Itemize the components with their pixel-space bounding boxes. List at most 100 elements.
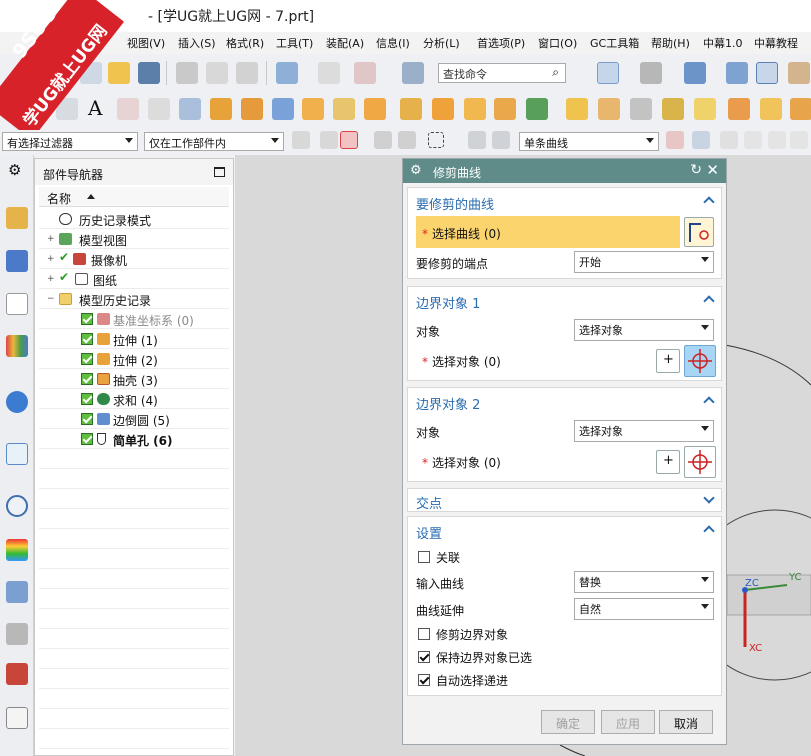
shaded-cube-icon[interactable] (726, 62, 748, 84)
unite-icon[interactable] (526, 98, 548, 120)
curve-extension-select[interactable]: 自然 (574, 598, 714, 620)
boundary-2-object-select[interactable]: 选择对象 (574, 420, 714, 442)
feature-checkbox[interactable] (81, 393, 93, 405)
split-body-icon[interactable] (598, 98, 620, 120)
apply-button[interactable]: 应用 (601, 710, 655, 734)
mirror-feature-icon[interactable] (494, 98, 516, 120)
replace-face-icon[interactable] (694, 98, 716, 120)
feature-checkbox[interactable] (81, 353, 93, 365)
hd3d-tools-icon[interactable] (6, 391, 28, 413)
menu-format[interactable]: 格式(R) (226, 35, 264, 51)
list-item-unite[interactable]: 求和 (4) (39, 389, 229, 409)
command-search-input[interactable]: 查找命令 ⌕ (438, 63, 566, 83)
chamfer-icon[interactable] (333, 98, 355, 120)
list-item-edge-blend[interactable]: 边倒圆 (5) (39, 409, 229, 429)
menu-zhongmu-tutorial[interactable]: 中幕教程 (754, 35, 798, 51)
settings-icon[interactable]: ⚙ (8, 161, 21, 179)
cancel-button[interactable]: 取消 (659, 710, 713, 734)
select-curve-row[interactable]: * 选择曲线 (0) (416, 216, 680, 248)
menu-gc-toolbox[interactable]: GC工具箱 (590, 35, 639, 51)
roles-icon[interactable] (6, 581, 28, 603)
feature-checkbox[interactable] (81, 433, 93, 445)
menu-information[interactable]: 信息(I) (376, 35, 410, 51)
feature-checkbox[interactable] (81, 333, 93, 345)
trim-boundary-checkbox[interactable] (418, 628, 430, 640)
dialog-title-bar[interactable]: ⚙ 修剪曲线 ↻ ✕ (403, 159, 726, 183)
feature-checkbox[interactable] (81, 413, 93, 425)
select-object-button[interactable] (684, 345, 716, 377)
menu-analysis[interactable]: 分析(L) (423, 35, 460, 51)
trim-body-icon[interactable] (566, 98, 588, 120)
select-object-button[interactable] (684, 446, 716, 478)
cut-icon[interactable] (176, 62, 198, 84)
chevron-up-icon[interactable] (703, 396, 715, 408)
fit-view-icon[interactable] (597, 62, 619, 84)
point-dialog-button[interactable]: + (656, 450, 680, 474)
snap-line-icon[interactable] (744, 131, 762, 149)
feature-checkbox[interactable] (81, 373, 93, 385)
select-curve-button[interactable] (684, 217, 714, 247)
list-item-datum-csys[interactable]: 基准坐标系 (0) (39, 309, 229, 329)
chevron-down-icon[interactable] (703, 492, 715, 504)
endpoint-select[interactable]: 开始 (574, 251, 714, 273)
boundary-1-object-select[interactable]: 选择对象 (574, 319, 714, 341)
edge-blend-icon[interactable] (302, 98, 324, 120)
expand-icon[interactable]: + (47, 255, 55, 264)
snap-point-icon[interactable] (320, 131, 338, 149)
menu-window[interactable]: 窗口(O) (538, 35, 577, 51)
select-all-icon[interactable] (468, 131, 486, 149)
follow-fillet-icon[interactable] (692, 131, 710, 149)
assembly-navigator-icon[interactable] (6, 207, 28, 229)
list-item-shell[interactable]: 抽壳 (3) (39, 369, 229, 389)
menu-help[interactable]: 帮助(H) (651, 35, 690, 51)
reset-icon[interactable]: ↻ (690, 162, 702, 178)
revolve-icon[interactable] (241, 98, 263, 120)
collapse-icon[interactable]: − (47, 295, 55, 304)
snap-line-icon[interactable] (768, 131, 786, 149)
chevron-up-icon[interactable] (703, 525, 715, 537)
palette-icon[interactable] (6, 663, 28, 685)
hole-icon[interactable] (272, 98, 294, 120)
view-orientation-icon[interactable] (684, 62, 706, 84)
resize-face-icon[interactable] (790, 98, 811, 120)
offset-face-icon[interactable] (400, 98, 422, 120)
curve-rule-select[interactable]: 单条曲线 (519, 132, 659, 151)
system-scenes-icon[interactable] (6, 623, 28, 645)
menu-assembly[interactable]: 装配(A) (326, 35, 364, 51)
keep-boundary-selected-checkbox[interactable] (418, 651, 430, 663)
snap-arc-icon[interactable] (790, 131, 808, 149)
select-feature-icon[interactable] (340, 131, 358, 149)
expand-icon[interactable]: + (47, 275, 55, 284)
extrude-icon[interactable] (210, 98, 232, 120)
section-view-icon[interactable] (788, 62, 810, 84)
auto-progress-checkbox[interactable] (418, 674, 430, 686)
menu-tools[interactable]: 工具(T) (276, 35, 313, 51)
chevron-up-icon[interactable] (703, 295, 715, 307)
section-header-intersection[interactable]: 交点 (416, 493, 442, 512)
blank-slot-icon[interactable] (6, 707, 28, 729)
rectangle-select-icon[interactable] (428, 132, 444, 148)
spline-icon[interactable] (148, 98, 170, 120)
list-item-extrude-2[interactable]: 拉伸 (2) (39, 349, 229, 369)
reuse-library-icon[interactable] (6, 335, 28, 357)
section-header-boundary-1[interactable]: 边界对象 1 (416, 293, 480, 312)
constraint-navigator-icon[interactable] (6, 250, 28, 272)
section-header-boundary-2[interactable]: 边界对象 2 (416, 394, 480, 413)
wireframe-cube-icon[interactable] (756, 62, 778, 84)
process-studio-icon[interactable] (6, 539, 28, 561)
part-navigator-icon[interactable] (6, 293, 28, 315)
general-selection-icon[interactable] (292, 131, 310, 149)
list-item-model-views[interactable]: + 模型视图 (39, 229, 229, 249)
list-item-simple-hole[interactable]: 简单孔 (6) (39, 429, 229, 449)
draft-icon[interactable] (630, 98, 652, 120)
type-filter-select[interactable]: 有选择过滤器 (2, 132, 138, 151)
close-icon[interactable]: ✕ (706, 161, 719, 179)
search-icon[interactable]: ⌕ (552, 65, 559, 80)
shell-icon[interactable] (364, 98, 386, 120)
select-body-icon[interactable] (398, 131, 416, 149)
snap-endpoint-icon[interactable] (720, 131, 738, 149)
list-item-model-history[interactable]: − 模型历史记录 (39, 289, 229, 309)
pattern-face-icon[interactable] (464, 98, 486, 120)
input-curve-select[interactable]: 替换 (574, 571, 714, 593)
scope-filter-select[interactable]: 仅在工作部件内 (144, 132, 284, 151)
